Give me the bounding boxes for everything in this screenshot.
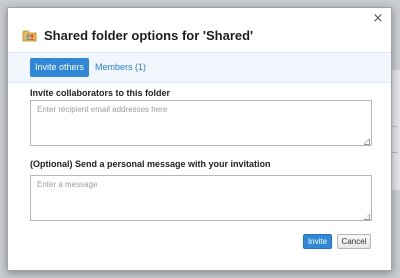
personal-message-field[interactable] bbox=[30, 175, 372, 221]
message-label: (Optional) Send a personal message with … bbox=[30, 159, 271, 169]
tab-bar: Invite others Members (1) bbox=[8, 52, 391, 83]
shared-folder-icon bbox=[22, 30, 37, 42]
invite-button[interactable]: Invite bbox=[303, 234, 332, 249]
recipient-email-field[interactable] bbox=[30, 100, 372, 146]
collaborators-label: Invite collaborators to this folder bbox=[30, 88, 171, 98]
dialog-title: Shared folder options for 'Shared' bbox=[44, 27, 254, 43]
tab-invite-others[interactable]: Invite others bbox=[30, 58, 90, 77]
cancel-button[interactable]: Cancel bbox=[337, 234, 371, 249]
dialog-header: Shared folder options for 'Shared' bbox=[22, 25, 253, 45]
close-icon[interactable]: × bbox=[371, 12, 385, 26]
tab-members[interactable]: Members (1) bbox=[90, 58, 151, 77]
shared-folder-dialog: × Shared folder options for 'Shared' Inv… bbox=[7, 7, 392, 271]
